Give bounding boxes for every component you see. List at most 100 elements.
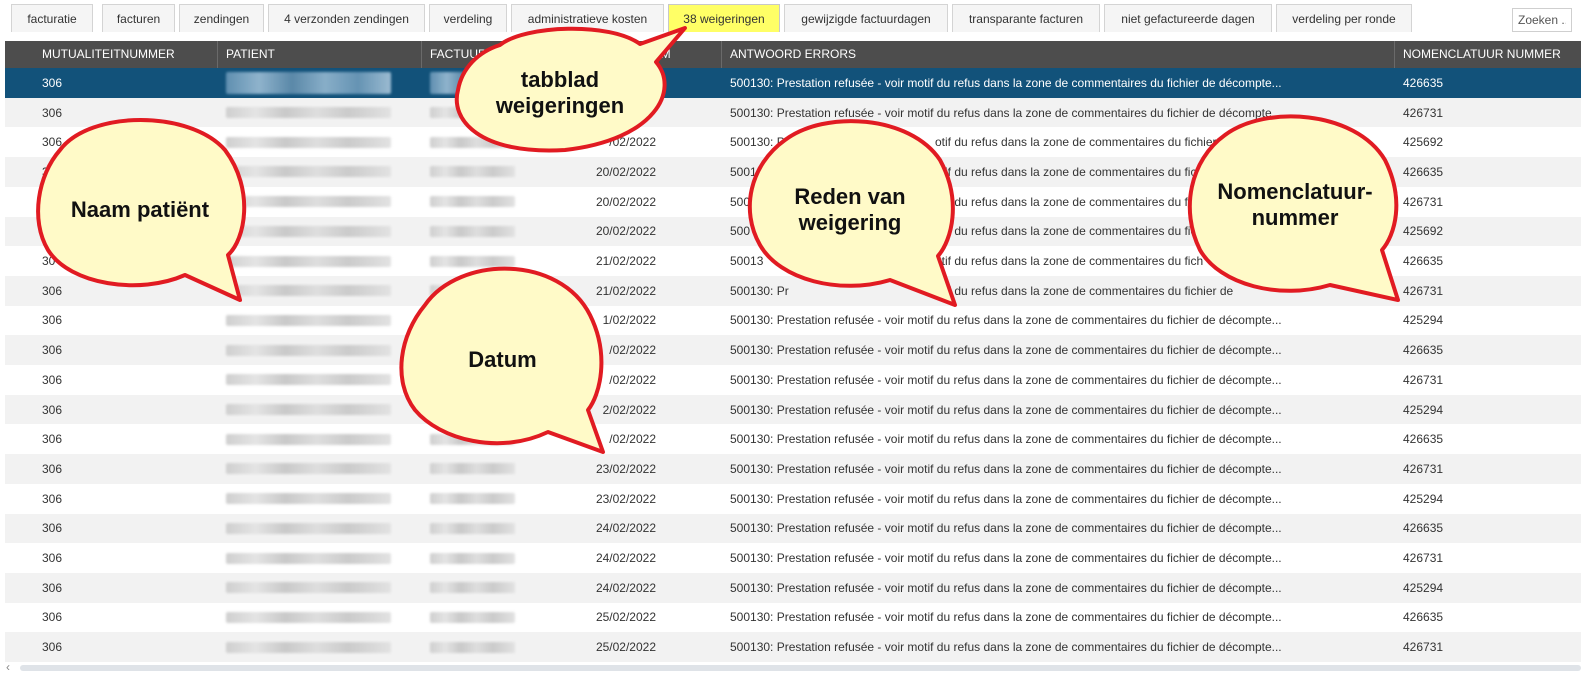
- cell-antwoord-error: 500130: Prestation refusée - voir motif …: [722, 306, 1395, 336]
- tab-verdeling[interactable]: verdeling: [429, 4, 507, 32]
- table-row[interactable]: 306/02/2022 500130: Prestation refusée - …: [5, 424, 1581, 454]
- cell-antwoord-error: 500130: Pr otif du refus dans la zone de …: [722, 276, 1395, 306]
- table-row[interactable]: 306 1/02/2022 500130: Prestation refusée -…: [5, 306, 1581, 336]
- column-header-antwoord-errors[interactable]: ANTWOORD ERRORS: [722, 41, 1395, 68]
- redacted-patient-name: [226, 582, 391, 594]
- table-row[interactable]: 306/02/2022 500130: Pr otif du refus dans …: [5, 127, 1581, 157]
- cell-datum: /02/2022: [609, 135, 656, 150]
- column-header-patient[interactable]: PATIENT: [218, 41, 422, 68]
- cell-mutualiteitnummer: 306: [42, 402, 63, 417]
- tab-bar: facturatie facturen zendingen 4 verzonde…: [0, 0, 1581, 40]
- cell-patient-redacted: [218, 276, 422, 306]
- table-row[interactable]: 306 2/02/2022 500130: Prestation refusée -…: [5, 394, 1581, 425]
- tab-verzonden-zendingen[interactable]: 4 verzonden zendingen: [268, 4, 425, 32]
- cell-factuur-redacted: [422, 484, 584, 514]
- redacted-patient-name: [226, 344, 391, 356]
- table-row[interactable]: 306/02/2022 500130: Prestation refusée - …: [5, 335, 1581, 365]
- redacted-patient-name: [226, 71, 391, 94]
- table-row[interactable]: 306 23/02/2022 500130: Prestation refusée …: [5, 454, 1581, 484]
- cell-patient-redacted: [218, 603, 422, 633]
- scrollbar-track[interactable]: [20, 665, 1581, 671]
- table-row[interactable]: 306 500130: Prestation refusée - voir mot…: [5, 68, 1581, 98]
- scroll-left-icon[interactable]: ‹: [6, 660, 10, 674]
- cell-mutualiteitnummer: 306: [42, 343, 63, 358]
- cell-datum: 20/02/2022: [595, 164, 656, 179]
- redacted-invoice-number: [430, 463, 515, 475]
- redacted-patient-name: [226, 196, 391, 208]
- tab-administratieve-kosten[interactable]: administratieve kosten: [511, 4, 664, 32]
- cell-patient-redacted: [218, 306, 422, 336]
- cell-nomenclatuur-nummer: 426731: [1403, 461, 1444, 476]
- cell-patient-redacted: [218, 98, 422, 128]
- cell-datum: 24/02/2022: [595, 551, 656, 566]
- cell-nomenclatuur-nummer: 426731: [1403, 551, 1444, 566]
- error-text: 50013: [730, 254, 764, 269]
- cell-nomenclatuur-nummer: 426635: [1403, 343, 1444, 358]
- redacted-invoice-number: [430, 552, 515, 564]
- tab-zendingen[interactable]: zendingen: [179, 4, 264, 32]
- column-header-nomenclatuur-nummer[interactable]: NOMENCLATUUR NUMMER: [1395, 41, 1581, 68]
- table-row[interactable]: 306 25/02/2022 500130: Prestation refusée …: [5, 603, 1581, 633]
- cell-datum: 1/02/2022: [602, 313, 656, 328]
- cell-mutualiteitnummer: 30: [42, 254, 56, 269]
- error-text: 500130: Prestation refusée - voir motif …: [730, 313, 1282, 328]
- table-row[interactable]: 306 25/02/2022 500130: Prestation refusée …: [5, 632, 1581, 662]
- cell-antwoord-error: 500130: Prestation refusée - voir motif …: [722, 424, 1395, 454]
- error-text: 500130: Prestation refusée - voir motif …: [730, 343, 1282, 358]
- redacted-patient-name: [226, 166, 391, 178]
- cell-patient-redacted: [218, 543, 422, 573]
- table-row[interactable]: 306 21/02/2022 500130: Pr otif du refus dan…: [5, 275, 1581, 306]
- table-row[interactable]: 306 24/02/2022 500130: Prestation refusée …: [5, 572, 1581, 603]
- cell-nomenclatuur-nummer: 425294: [1403, 402, 1444, 417]
- cell-mutualiteitnummer: 306: [42, 432, 63, 447]
- table-row[interactable]: 30 21/02/2022 50013 otif du refus dans la z…: [5, 246, 1581, 276]
- cell-antwoord-error: 500130: Prestation refusée - voir motif …: [722, 543, 1395, 573]
- cell-antwoord-error: 500130: Prestation refusée - voir motif …: [722, 98, 1395, 128]
- grid-header: MUTUALITEITNUMMER PATIENT FACTUUR UM ANT…: [5, 41, 1581, 68]
- redacted-patient-name: [226, 552, 391, 564]
- search-input[interactable]: [1512, 8, 1572, 32]
- redacted-patient-name: [226, 493, 391, 505]
- callout-naam-text: Naam patiënt: [70, 196, 210, 222]
- redacted-patient-name: [226, 255, 391, 267]
- table-row[interactable]: 306/02/2022 500130: Prestation refusée - …: [5, 365, 1581, 395]
- table-row[interactable]: 306 500130: Prestation refusée - voir mot…: [5, 97, 1581, 128]
- tab-niet-gefactureerde-dagen[interactable]: niet gefactureerde dagen: [1104, 4, 1272, 32]
- redacted-invoice-number: [430, 285, 515, 297]
- redacted-patient-name: [226, 374, 391, 386]
- cell-nomenclatuur-nummer: 425294: [1403, 491, 1444, 506]
- cell-factuur-redacted: [422, 187, 584, 217]
- cell-factuur-redacted: [422, 573, 584, 603]
- error-text: 500130: Prestation refusée - voir motif …: [730, 372, 1282, 387]
- error-text-continued: otif du refus dans la zone de commentair…: [935, 194, 1204, 209]
- cell-factuur-redacted: [422, 157, 584, 187]
- redacted-invoice-number: [430, 255, 515, 267]
- tab-transparante-facturen[interactable]: transparante facturen: [952, 4, 1100, 32]
- cell-patient-redacted: [218, 514, 422, 544]
- cell-patient-redacted: [218, 395, 422, 425]
- cell-factuur-redacted: [422, 454, 584, 484]
- table-row[interactable]: 306 23/02/2022 500130: Prestation refusée …: [5, 484, 1581, 514]
- redacted-invoice-number: [430, 314, 515, 326]
- tab-gewijzigde-factuurdagen[interactable]: gewijzigde factuurdagen: [784, 4, 948, 32]
- cell-mutualiteitnummer: 306: [42, 372, 63, 387]
- cell-patient-redacted: [218, 127, 422, 157]
- cell-factuur-redacted: [422, 632, 584, 662]
- cell-mutualiteitnummer: 306: [42, 461, 63, 476]
- horizontal-scrollbar[interactable]: ‹: [0, 660, 1581, 674]
- tab-verdeling-per-ronde[interactable]: verdeling per ronde: [1276, 4, 1412, 32]
- cell-datum: 23/02/2022: [595, 491, 656, 506]
- tab-weigeringen[interactable]: 38 weigeringen: [668, 4, 780, 32]
- cell-nomenclatuur-nummer: 426635: [1403, 521, 1444, 536]
- column-header-mutualiteitnummer[interactable]: MUTUALITEITNUMMER: [34, 41, 218, 68]
- tab-facturen[interactable]: facturen: [102, 4, 175, 32]
- cell-antwoord-error: 500130: Prestation refusée - voir motif …: [722, 484, 1395, 514]
- error-text-continued: otif du refus dans la zone de commentair…: [935, 135, 1217, 150]
- error-text: 500130: Pr: [730, 135, 789, 150]
- redacted-invoice-number: [430, 404, 515, 416]
- table-row[interactable]: 306 24/02/2022 500130: Prestation refusée …: [5, 543, 1581, 573]
- cell-antwoord-error: 500130: Prestation refusée - voir motif …: [722, 514, 1395, 544]
- cell-factuur-redacted: [422, 246, 584, 276]
- table-row[interactable]: 306 24/02/2022 500130: Prestation refusée …: [5, 513, 1581, 544]
- tab-facturatie[interactable]: facturatie: [11, 4, 93, 32]
